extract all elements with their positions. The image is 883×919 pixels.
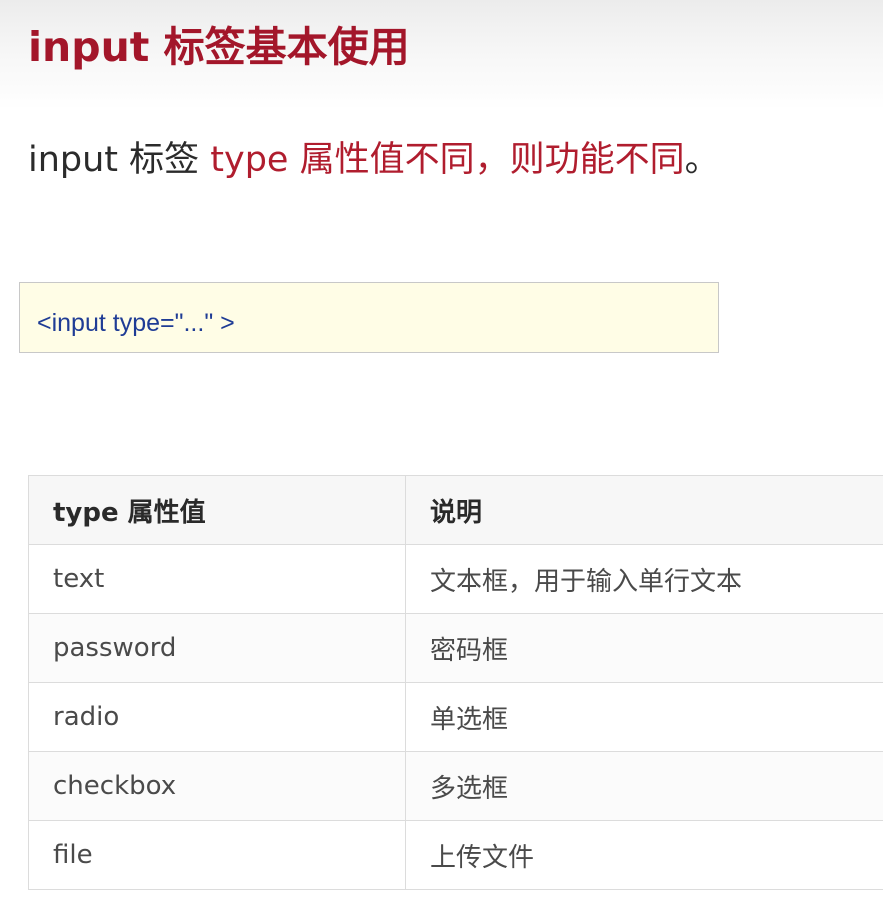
header-description: 说明	[405, 475, 883, 545]
table-row: text 文本框，用于输入单行文本	[28, 544, 883, 614]
description-cell: 文本框，用于输入单行文本	[405, 544, 883, 614]
type-value-cell: radio	[28, 682, 406, 752]
table-row: file 上传文件	[28, 820, 883, 890]
code-snippet: <input type="..." >	[37, 309, 235, 337]
description-cell: 密码框	[405, 613, 883, 683]
subtitle: input 标签 type 属性值不同，则功能不同。	[28, 135, 720, 185]
type-attribute-table: type 属性值 说明 text 文本框，用于输入单行文本 password 密…	[28, 475, 883, 890]
header-type-value: type 属性值	[28, 475, 406, 545]
type-value-cell: file	[28, 820, 406, 890]
type-value-cell: text	[28, 544, 406, 614]
table-row: radio 单选框	[28, 682, 883, 752]
table-row: checkbox 多选框	[28, 751, 883, 821]
subtitle-part-1: input 标签	[28, 140, 211, 180]
subtitle-part-3: 。	[684, 140, 720, 180]
description-cell: 多选框	[405, 751, 883, 821]
table-header-row: type 属性值 说明	[28, 475, 883, 545]
description-cell: 单选框	[405, 682, 883, 752]
type-value-cell: checkbox	[28, 751, 406, 821]
subtitle-accent: type 属性值不同，则功能不同	[210, 140, 685, 180]
table-row: password 密码框	[28, 613, 883, 683]
page-title: input 标签基本使用	[28, 23, 410, 71]
type-value-cell: password	[28, 613, 406, 683]
code-box: <input type="..." >	[19, 282, 719, 353]
description-cell: 上传文件	[405, 820, 883, 890]
